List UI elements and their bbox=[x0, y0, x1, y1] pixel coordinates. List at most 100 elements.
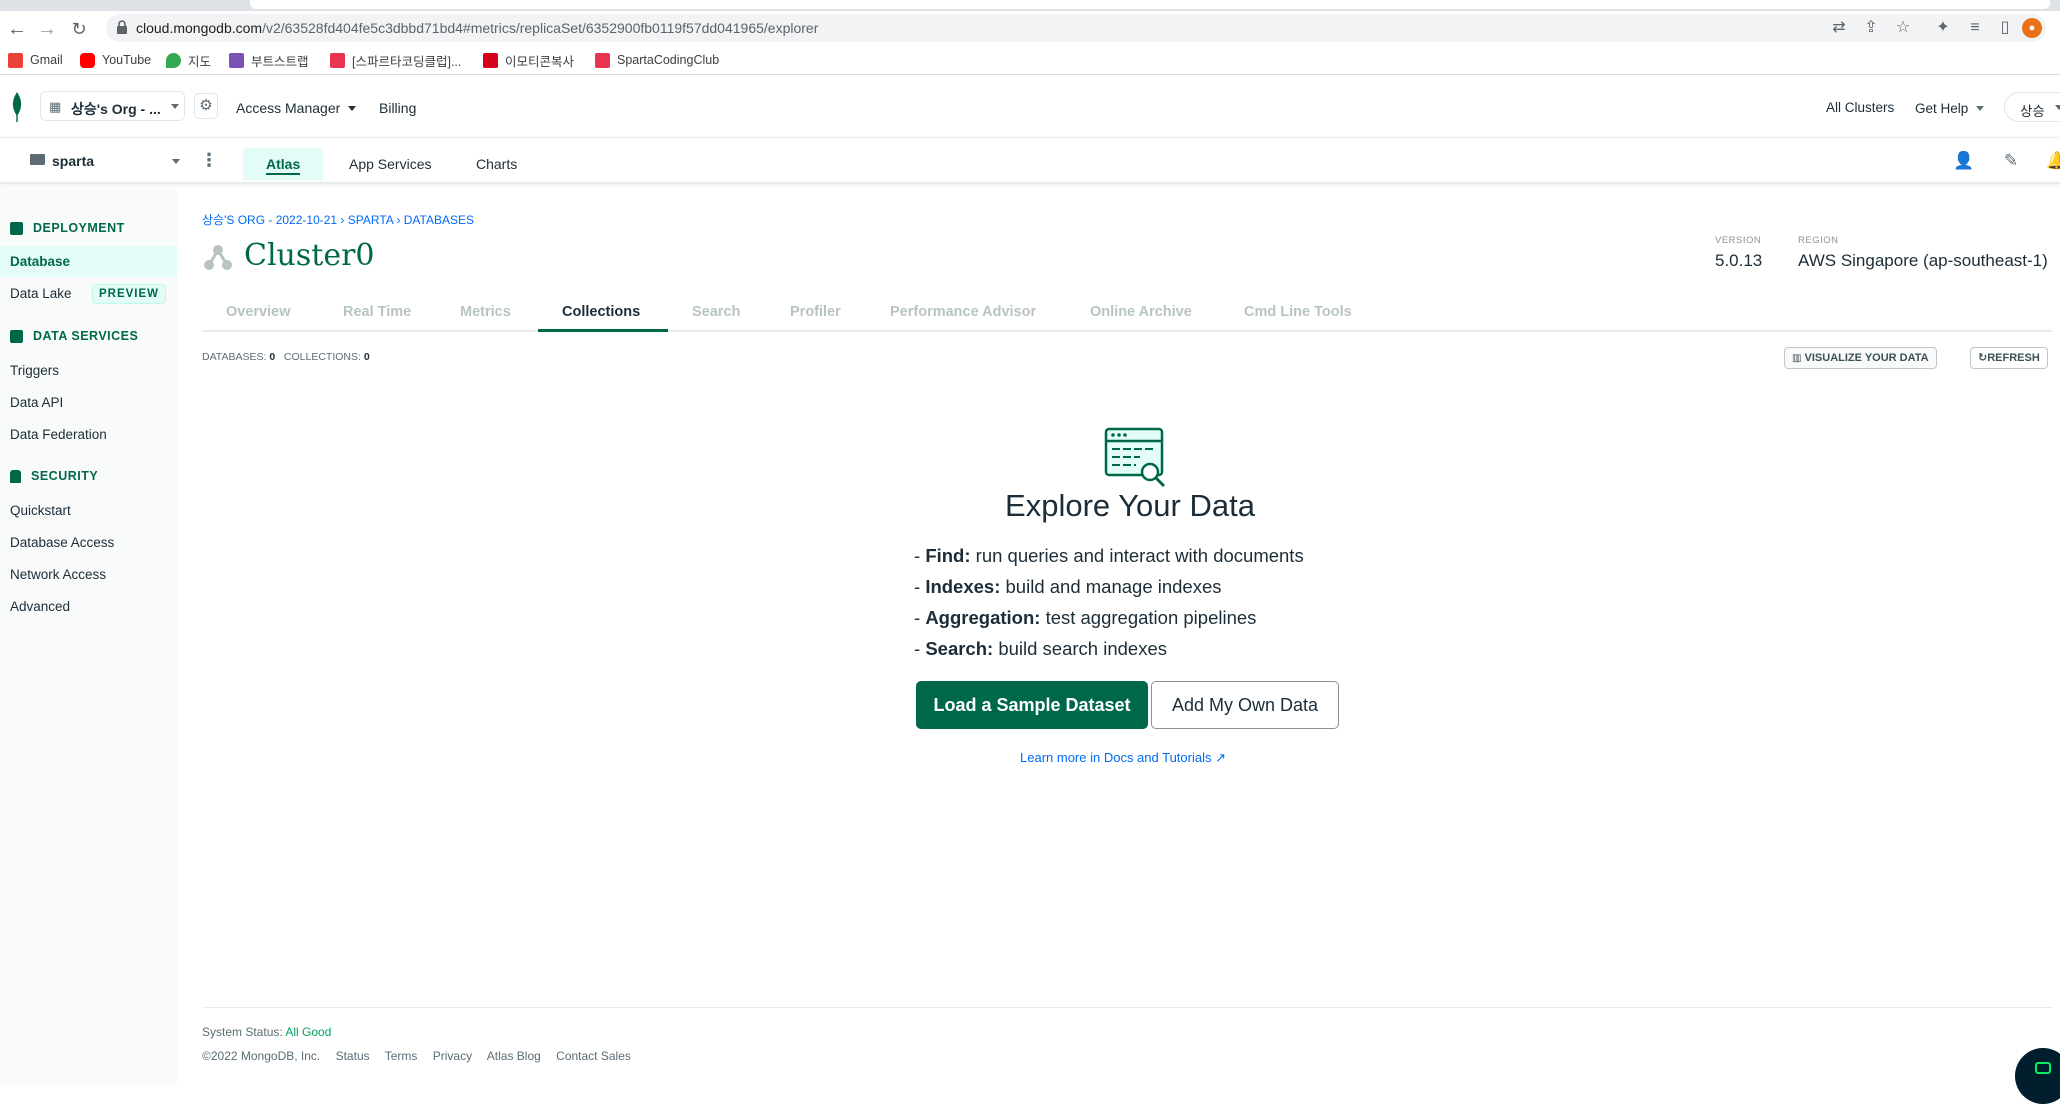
sidebar-item-network-access[interactable]: Network Access bbox=[10, 567, 106, 582]
forward-icon[interactable]: → bbox=[34, 16, 60, 42]
extensions-icon[interactable]: ✦ bbox=[1932, 18, 1954, 38]
tab-profiler[interactable]: Profiler bbox=[790, 304, 841, 320]
refresh-icon: ↻ bbox=[1978, 352, 1988, 364]
reading-list-icon[interactable]: ≡ bbox=[1964, 18, 1986, 38]
youtube-icon bbox=[80, 52, 95, 68]
chevron-down-icon bbox=[1976, 106, 1985, 111]
learn-more-link[interactable]: Learn more in Docs and Tutorials ↗ bbox=[1020, 750, 1226, 766]
address-bar[interactable]: cloud.mongodb.com/v2/63528fd404fe5c3dbbd… bbox=[106, 14, 2046, 42]
deployment-section-header: DEPLOYMENT bbox=[10, 221, 125, 235]
visualize-data-button[interactable]: ▥ VISUALIZE YOUR DATA bbox=[1784, 347, 1937, 369]
system-status: System Status: All Good bbox=[202, 1025, 332, 1039]
support-chat-icon[interactable] bbox=[2015, 1048, 2060, 1104]
bullet-aggregation: - Aggregation: test aggregation pipeline… bbox=[914, 607, 1257, 628]
url-text: cloud.mongodb.com/v2/63528fd404fe5c3dbbd… bbox=[136, 20, 819, 36]
bootstrap-icon bbox=[229, 52, 244, 68]
bookmark-sparta-class[interactable]: [스파르타코딩클럽]... bbox=[330, 51, 461, 69]
tab-real-time[interactable]: Real Time bbox=[343, 304, 411, 320]
external-link-icon: ↗ bbox=[1215, 750, 1227, 765]
footer-link-status[interactable]: Status bbox=[336, 1049, 370, 1063]
mongodb-leaf-logo[interactable] bbox=[10, 92, 24, 122]
org-selector[interactable]: ▦ 상승's Org - ... bbox=[40, 91, 185, 121]
sparta-icon bbox=[330, 52, 345, 68]
maps-pin-icon bbox=[166, 52, 181, 68]
sidebar-item-database[interactable]: Database bbox=[10, 254, 70, 269]
bookmark-youtube[interactable]: YouTube bbox=[80, 51, 151, 69]
access-manager-dropdown[interactable]: Access Manager bbox=[236, 100, 357, 116]
security-section-header: SECURITY bbox=[10, 469, 98, 483]
profile-avatar-icon[interactable]: ● bbox=[2022, 18, 2042, 38]
chevron-down-icon bbox=[172, 159, 180, 164]
sidebar-item-database-access[interactable]: Database Access bbox=[10, 535, 114, 550]
refresh-button[interactable]: ↻REFRESH bbox=[1970, 347, 2048, 369]
lock-icon bbox=[10, 469, 21, 483]
all-clusters-link[interactable]: All Clusters bbox=[1826, 100, 1894, 115]
load-sample-dataset-button[interactable]: Load a Sample Dataset bbox=[916, 681, 1148, 729]
side-panel-icon[interactable]: ▯ bbox=[1994, 18, 2016, 38]
project-selector[interactable]: sparta bbox=[28, 151, 182, 173]
tab-metrics[interactable]: Metrics bbox=[460, 304, 511, 320]
footer-links: ©2022 MongoDB, Inc. Status Terms Privacy… bbox=[202, 1049, 643, 1063]
invite-user-icon[interactable]: 👤 bbox=[1953, 151, 1975, 173]
bookmark-star-icon[interactable]: ☆ bbox=[1892, 18, 1914, 38]
add-my-own-data-button[interactable]: Add My Own Data bbox=[1151, 681, 1339, 729]
cluster-replica-icon bbox=[204, 245, 232, 270]
tab-search[interactable]: Search bbox=[692, 304, 740, 320]
explore-data-icon bbox=[1104, 427, 1166, 488]
folder-icon bbox=[30, 154, 45, 165]
tab-atlas[interactable]: Atlas bbox=[243, 148, 323, 180]
browser-toolbar: ← → ↻ cloud.mongodb.com/v2/63528fd404fe5… bbox=[0, 11, 2060, 45]
breadcrumb[interactable]: 상승'S ORG - 2022-10-21 › SPARTA › DATABAS… bbox=[202, 211, 474, 228]
billing-link[interactable]: Billing bbox=[379, 100, 416, 116]
lock-icon bbox=[117, 20, 127, 34]
region-value: AWS Singapore (ap-southeast-1) bbox=[1798, 251, 2048, 270]
active-browser-tab[interactable] bbox=[250, 0, 2050, 9]
tab-app-services[interactable]: App Services bbox=[332, 151, 448, 183]
activity-feed-icon[interactable]: ✎ bbox=[2000, 151, 2022, 173]
project-menu-kebab-icon[interactable]: ⋮ bbox=[200, 150, 218, 171]
db-collection-counts: DATABASES: 0 COLLECTIONS: 0 bbox=[202, 351, 370, 363]
tab-overview[interactable]: Overview bbox=[226, 304, 291, 320]
data-services-section-header: DATA SERVICES bbox=[10, 329, 138, 343]
bookmark-maps[interactable]: 지도 bbox=[166, 51, 211, 69]
spartacodingclub-icon bbox=[595, 52, 610, 68]
cluster-tabs: Overview Real Time Metrics Collections S… bbox=[202, 300, 2052, 332]
alerts-bell-icon[interactable]: 🔔 bbox=[2046, 151, 2060, 173]
browser-tabstrip bbox=[0, 0, 2060, 11]
org-settings-gear-icon[interactable]: ⚙ bbox=[194, 93, 218, 119]
tab-collections[interactable]: Collections bbox=[562, 304, 640, 320]
sidebar-item-data-lake[interactable]: Data Lake bbox=[10, 286, 72, 301]
footer-link-terms[interactable]: Terms bbox=[385, 1049, 418, 1063]
sidebar-item-triggers[interactable]: Triggers bbox=[10, 363, 59, 378]
footer-link-privacy[interactable]: Privacy bbox=[433, 1049, 472, 1063]
back-icon[interactable]: ← bbox=[4, 16, 30, 42]
translate-icon[interactable]: ⇄ bbox=[1828, 18, 1850, 38]
reload-icon[interactable]: ↻ bbox=[66, 16, 92, 42]
preview-badge: PREVIEW bbox=[92, 284, 166, 304]
tab-charts[interactable]: Charts bbox=[459, 151, 534, 183]
get-help-dropdown[interactable]: Get Help bbox=[1915, 101, 1985, 116]
explore-title: Explore Your Data bbox=[1005, 488, 1255, 523]
share-icon[interactable]: ⇪ bbox=[1860, 18, 1882, 38]
bookmark-spartacodingclub[interactable]: SpartaCodingClub bbox=[595, 51, 719, 69]
tab-cmd-line-tools[interactable]: Cmd Line Tools bbox=[1244, 304, 1352, 320]
user-menu[interactable]: 상승 bbox=[2004, 92, 2060, 122]
building-icon: ▦ bbox=[49, 99, 62, 114]
system-status-value[interactable]: All Good bbox=[285, 1025, 331, 1039]
sidebar-item-advanced[interactable]: Advanced bbox=[10, 599, 70, 614]
footer-link-atlas-blog[interactable]: Atlas Blog bbox=[487, 1049, 541, 1063]
sidebar-item-data-api[interactable]: Data API bbox=[10, 395, 63, 410]
version-value: 5.0.13 bbox=[1715, 251, 1763, 270]
bookmark-emoticon[interactable]: 이모티콘복사 bbox=[483, 51, 574, 69]
chevron-down-icon bbox=[348, 106, 357, 111]
active-tab-underline bbox=[538, 329, 668, 332]
tab-online-archive[interactable]: Online Archive bbox=[1090, 304, 1192, 320]
sidebar-item-data-federation[interactable]: Data Federation bbox=[10, 427, 107, 442]
footer-link-contact-sales[interactable]: Contact Sales bbox=[556, 1049, 631, 1063]
copyright: ©2022 MongoDB, Inc. bbox=[202, 1049, 321, 1063]
bookmark-bootstrap[interactable]: 부트스트랩 bbox=[229, 51, 309, 69]
bookmarks-bar: Gmail YouTube 지도 부트스트랩 [스파르타코딩클럽]... 이모티… bbox=[0, 45, 2060, 75]
tab-performance-advisor[interactable]: Performance Advisor bbox=[890, 304, 1036, 320]
bookmark-gmail[interactable]: Gmail bbox=[8, 51, 63, 69]
atlas-top-nav: ▦ 상승's Org - ... ⚙ Access Manager Billin… bbox=[0, 76, 2060, 138]
